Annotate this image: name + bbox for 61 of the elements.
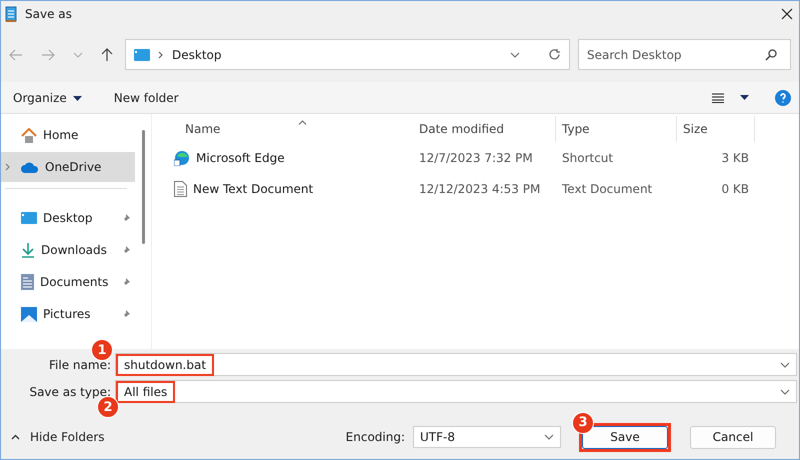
table-cell-text: 3 KB: [720, 150, 750, 164]
save-button[interactable]: Save: [582, 426, 668, 448]
search-icon: [765, 49, 777, 61]
column-header[interactable]: Size: [677, 116, 755, 142]
table-cell-text: 12/7/2023 7:32 PM: [418, 150, 534, 164]
field-label: Save as type:: [28, 384, 112, 398]
callout-badge: 2: [97, 396, 119, 418]
encoding-dropdown[interactable]: UTF-8: [413, 426, 561, 448]
search-field[interactable]: Search Desktop: [578, 39, 791, 70]
document-icon: [21, 274, 34, 290]
hide-folders-button[interactable]: Hide Folders: [11, 430, 105, 444]
caret-icon: [72, 96, 82, 101]
edge-shortcut-icon: [174, 150, 190, 166]
help-icon[interactable]: [775, 90, 791, 106]
address-bar[interactable]: Desktop: [125, 39, 570, 70]
notepad-icon: [5, 6, 17, 22]
view-list-icon[interactable]: [712, 92, 724, 102]
text-file-icon: [174, 180, 187, 196]
sidebar-item[interactable]: Pictures: [1, 299, 135, 329]
sort-caret-icon[interactable]: [298, 120, 307, 125]
refresh-icon[interactable]: [548, 48, 561, 61]
chevron-right-icon: [158, 50, 164, 58]
new-folder-button[interactable]: New folder: [106, 88, 187, 106]
download-icon: [21, 242, 35, 258]
scrollbar-thumb[interactable]: [142, 130, 144, 244]
desktop-icon: [134, 48, 150, 60]
table-cell-text: 0 KB: [720, 182, 750, 196]
picture-icon: [21, 306, 37, 322]
chevron-down-icon: [544, 434, 554, 440]
sidebar-item[interactable]: Desktop: [1, 203, 135, 233]
sidebar-item[interactable]: Home: [1, 120, 135, 150]
chevron-right-icon[interactable]: [5, 163, 11, 171]
chevron-down-icon[interactable]: [780, 388, 790, 394]
encoding-label: Encoding:: [346, 430, 405, 444]
file-name[interactable]: New Text Document: [193, 182, 314, 196]
up-arrow-icon[interactable]: [101, 48, 113, 62]
address-path: Desktop: [172, 48, 222, 62]
chevron-up-icon: [11, 434, 20, 440]
chevron-down-icon[interactable]: [780, 362, 790, 368]
caret-icon[interactable]: [740, 95, 749, 100]
sidebar-item[interactable]: Documents: [1, 267, 135, 297]
column-header[interactable]: Date modified: [413, 116, 556, 142]
cancel-button[interactable]: Cancel: [690, 426, 776, 448]
table-cell-text: Text Document: [561, 182, 654, 196]
house-icon: [21, 128, 37, 142]
file-name-field[interactable]: shutdown.bat: [115, 353, 797, 376]
save-as-type-dropdown[interactable]: All files: [115, 380, 797, 403]
desktop-icon: [21, 212, 37, 224]
sidebar-item[interactable]: OneDrive: [1, 152, 135, 182]
file-name[interactable]: Microsoft Edge: [196, 150, 285, 164]
table-cell-text: Shortcut: [561, 150, 614, 164]
chevron-down-icon[interactable]: [510, 52, 520, 58]
table-cell-text: 12/12/2023 4:53 PM: [418, 182, 542, 196]
organize-menu-button[interactable]: Organize: [5, 88, 90, 106]
window-title: Save as: [25, 7, 72, 21]
sidebar-item[interactable]: Downloads: [1, 235, 135, 265]
cloud-icon: [21, 162, 39, 172]
column-header[interactable]: Type: [556, 116, 677, 142]
close-icon[interactable]: [781, 8, 793, 20]
callout-badge: 1: [91, 339, 113, 361]
column-header[interactable]: Name: [152, 116, 413, 142]
